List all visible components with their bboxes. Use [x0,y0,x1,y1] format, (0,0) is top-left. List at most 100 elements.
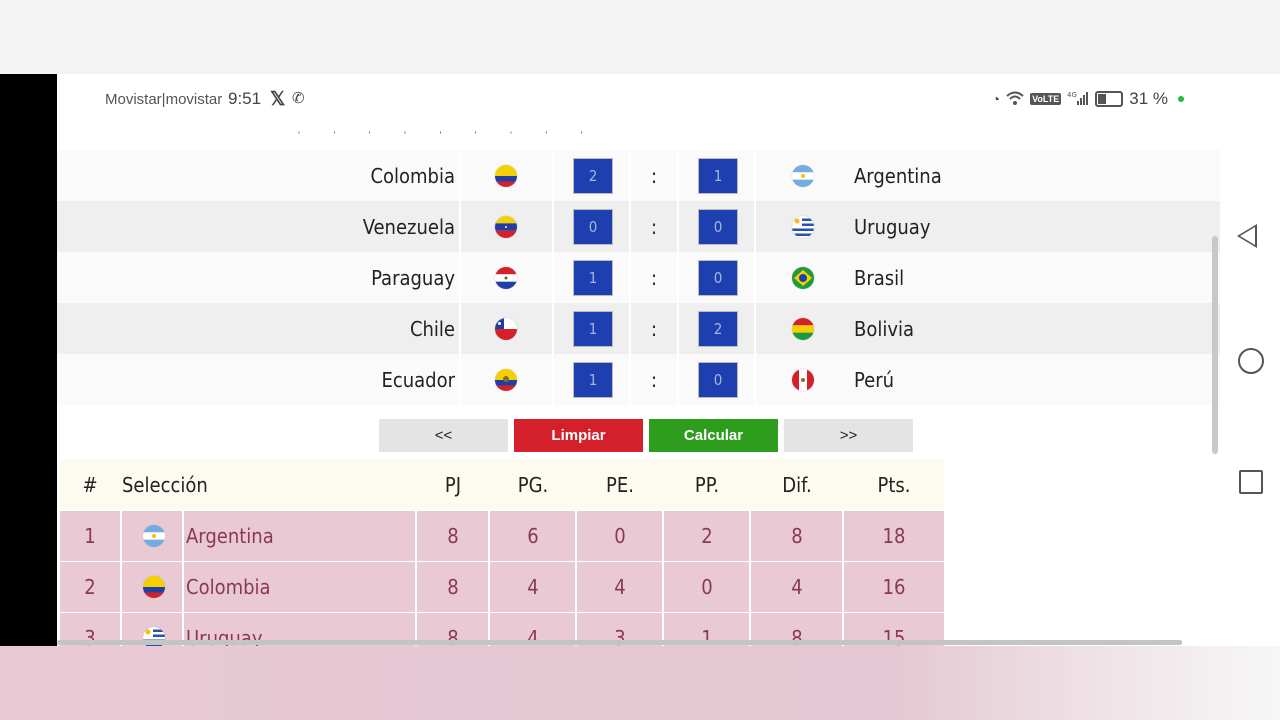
home-team-flag-icon [494,354,518,405]
back-nav-icon[interactable] [1237,224,1257,248]
standings-row: 2 Colombia 8 4 4 0 4 16 [60,561,944,612]
score-separator: : [650,163,658,188]
matches-played: 8 [447,575,459,599]
header-pj: PJ [444,472,462,497]
battery-fill [1098,94,1106,104]
score-separator: : [650,367,658,392]
top-blur-band [0,0,1280,74]
away-score-input[interactable]: 0 [698,209,738,245]
column-divider [459,354,461,405]
home-team-flag-icon [494,201,518,252]
battery-icon [1095,91,1124,107]
carrier-label: Movistar|movistar [105,91,223,108]
away-score-input[interactable]: 1 [698,158,738,194]
home-team-name: Chile [409,316,455,341]
action-buttons: << Limpiar Calcular >> [379,419,913,452]
matches-lost: 2 [701,524,713,548]
goal-difference: 8 [791,524,803,548]
home-team-flag-icon [494,303,518,354]
home-score-input[interactable]: 1 [573,311,613,347]
column-divider [182,562,184,612]
whatsapp-icon: ✆ [292,90,305,107]
status-icons: ◔ VoLTE 4G 31 % [992,89,1184,109]
column-divider [459,252,461,303]
away-team-name: Bolivia [854,316,915,341]
away-team-name: Perú [854,367,895,392]
away-score-input[interactable]: 2 [698,311,738,347]
recents-nav-icon[interactable] [1239,470,1263,494]
header-pe: PE. [606,472,634,497]
matches-lost: 0 [701,575,713,599]
column-divider [120,511,122,561]
column-divider [754,303,756,354]
x-icon: 𝕏 [270,89,286,110]
away-team-flag-icon [791,150,815,201]
column-divider [677,354,679,405]
home-score-input[interactable]: 1 [573,362,613,398]
standings-table: # Selección PJ PG. PE. PP. Dif. Pts. 1 A… [60,459,944,646]
battery-percent: 31 % [1129,89,1168,108]
team-flag-icon [142,511,166,561]
column-divider [677,252,679,303]
away-team-flag-icon [791,201,815,252]
match-row: Ecuador 1 : 0 Perú [57,354,1220,405]
home-team-flag-icon [494,150,518,201]
next-round-button[interactable]: >> [784,419,913,452]
clock: 9:51 [228,89,262,108]
signal-icon: 4G [1067,90,1089,109]
header-pts: Pts. [877,472,911,497]
points: 18 [882,524,906,548]
home-team-flag-icon [494,252,518,303]
android-nav-bar [1220,74,1280,646]
away-score-input[interactable]: 0 [698,260,738,296]
home-score-input[interactable]: 0 [573,209,613,245]
column-divider [459,201,461,252]
calculate-button[interactable]: Calcular [649,419,778,452]
column-divider [552,303,554,354]
team-name: Argentina [186,524,274,548]
away-team-name: Uruguay [854,214,931,239]
matches-played: 8 [447,524,459,548]
home-score-input[interactable]: 2 [573,158,613,194]
team-position: 2 [84,575,96,599]
vertical-scrollbar[interactable] [1212,236,1218,454]
home-team-name: Venezuela [362,214,455,239]
team-name: Colombia [186,575,271,599]
matches-won: 6 [527,524,539,548]
cut-off-header-text: ˌ ˌ ˌ ˌ ˌ ˌ ˌ ˌ ˌ [297,120,598,134]
score-separator: : [650,316,658,341]
score-separator: : [650,214,658,239]
home-score-input[interactable]: 1 [573,260,613,296]
column-divider [459,150,461,201]
column-divider [552,150,554,201]
volte-icon: VoLTE [1030,93,1062,105]
team-flag-icon [142,562,166,612]
phone-screen: Movistar|movistar 9:51 𝕏 ✆ ◔ VoLTE 4G 31… [57,74,1220,646]
matches-list: Colombia 2 : 1 Argentina Venezuela 0 : 0… [57,150,1220,405]
match-row: Paraguay 1 : 0 Brasil [57,252,1220,303]
data-saver-icon: ◔ [991,91,1001,107]
column-divider [552,354,554,405]
column-divider [754,150,756,201]
score-separator: : [650,265,658,290]
home-team-name: Paraguay [371,265,455,290]
horizontal-scrollbar[interactable] [57,640,1182,645]
previous-round-button[interactable]: << [379,419,508,452]
home-team-name: Colombia [370,163,455,188]
away-team-name: Brasil [854,265,905,290]
column-divider [677,150,679,201]
away-team-flag-icon [791,303,815,354]
column-divider [629,150,631,201]
column-divider [677,201,679,252]
home-nav-icon[interactable] [1238,348,1264,374]
match-row: Venezuela 0 : 0 Uruguay [57,201,1220,252]
clear-button[interactable]: Limpiar [514,419,643,452]
header-pg: PG. [517,472,549,497]
column-divider [677,303,679,354]
column-divider [552,201,554,252]
header-pp: PP. [694,472,720,497]
column-divider [459,303,461,354]
match-row: Colombia 2 : 1 Argentina [57,150,1220,201]
away-team-flag-icon [791,354,815,405]
away-score-input[interactable]: 0 [698,362,738,398]
